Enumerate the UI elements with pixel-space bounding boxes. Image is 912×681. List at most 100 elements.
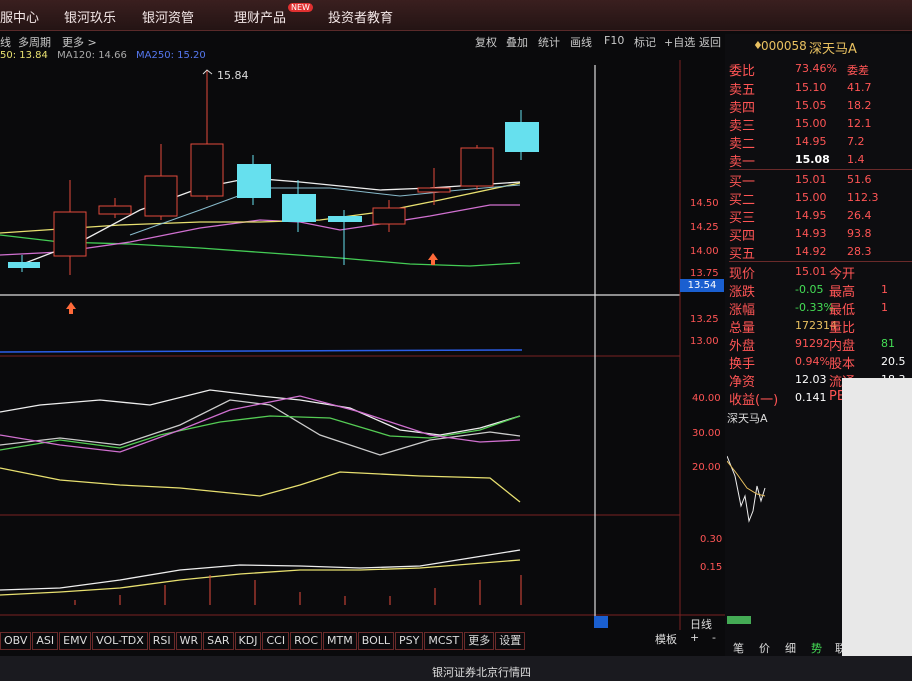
stat-label: 净资: [729, 375, 756, 390]
toolbar-add-watchlist[interactable]: +自选: [664, 34, 695, 50]
period-daily-button[interactable]: 日线: [690, 616, 712, 632]
tab-detail[interactable]: 细: [785, 640, 796, 656]
kline-chart-area[interactable]: 15.84: [0, 60, 725, 630]
bid-row[interactable]: 买二 15.00 112.3: [729, 189, 912, 208]
ask-price: 15.10: [795, 81, 827, 94]
ask-volume: 18.2: [847, 99, 872, 112]
keypad-overlay: [842, 378, 912, 678]
candle: [460, 147, 494, 187]
indicator-tab[interactable]: MTM: [323, 632, 357, 650]
toolbar-f10[interactable]: F10: [604, 34, 624, 47]
indicator-tab[interactable]: EMV: [59, 632, 92, 650]
toolbar-line[interactable]: 线: [0, 34, 11, 50]
indicator-tab[interactable]: RSI: [148, 632, 175, 650]
price-tick: 14.00: [690, 246, 719, 257]
toolbar-multi-period[interactable]: 多周期: [18, 34, 51, 50]
osc-line-white: [0, 389, 521, 436]
toolbar-back[interactable]: 返回: [699, 34, 721, 50]
toolbar-draw-line[interactable]: 画线: [570, 34, 592, 50]
indicator-tab[interactable]: VOL-TDX: [92, 632, 148, 650]
bid-label: 买一: [729, 175, 756, 190]
toolbar-overlay[interactable]: 叠加: [506, 34, 528, 50]
toolbar-statistics[interactable]: 统计: [538, 34, 560, 50]
weicha-label: 委差: [847, 64, 869, 77]
candle: [144, 175, 178, 217]
tab-yinhe-asset-mgmt[interactable]: 银河资管: [142, 7, 194, 26]
tab-trades[interactable]: 笔: [733, 640, 744, 656]
weibi-label: 委比: [729, 64, 756, 79]
top-menu-bar: 服中心 银河玖乐 银河资管 理财产品 NEW 投资者教育: [0, 0, 912, 31]
stat-row: 涨跌 -0.05 最高 1: [729, 281, 912, 300]
toolbar-fuquan[interactable]: 复权: [475, 34, 497, 50]
tab-investor-education[interactable]: 投资者教育: [328, 7, 393, 26]
stat-value: 20.5: [881, 355, 906, 368]
stat-label: 现价: [729, 267, 756, 282]
indicator-more-tab[interactable]: 更多: [464, 632, 495, 650]
price-tick: 13.25: [690, 314, 719, 325]
indicator-tab[interactable]: MCST: [424, 632, 464, 650]
zoom-out-button[interactable]: -: [712, 631, 716, 644]
bid-label: 买五: [729, 247, 756, 262]
tab-service-center[interactable]: 服中心: [0, 7, 39, 26]
bid-row[interactable]: 买三 14.95 26.4: [729, 207, 912, 226]
mini-chart-title: 深天马A: [727, 412, 768, 425]
indicator-tab[interactable]: WR: [175, 632, 203, 650]
ask-label: 卖三: [729, 119, 756, 134]
bid-row[interactable]: 买四 14.93 93.8: [729, 225, 912, 244]
indicator-tab[interactable]: KDJ: [234, 632, 262, 650]
mini-intraday-chart[interactable]: [727, 426, 839, 636]
peak-price-label: 15.84: [217, 69, 249, 82]
ask-volume: 1.4: [847, 153, 865, 166]
stat-row: 涨幅 -0.33% 最低 1: [729, 299, 912, 318]
candle: [190, 143, 224, 197]
ask-row[interactable]: 卖二 14.95 7.2: [729, 133, 912, 152]
indicator-tab[interactable]: CCI: [262, 632, 290, 650]
blue-indicator-line: [0, 349, 523, 353]
bid-volume: 51.6: [847, 173, 872, 186]
ask-row[interactable]: 卖五 15.10 41.7: [729, 79, 912, 98]
template-button[interactable]: 模板: [655, 631, 677, 647]
bid-price: 15.01: [795, 173, 827, 186]
osc-line-yellow: [0, 467, 521, 503]
price-tick: 13.00: [690, 336, 719, 347]
buy-arrow-icon: [66, 302, 76, 314]
toolbar-more[interactable]: 更多 >: [62, 34, 97, 50]
candle: [8, 262, 40, 268]
tab-yinhe-wanle[interactable]: 银河玖乐: [64, 7, 116, 26]
stat-label: 涨幅: [729, 303, 756, 318]
osc-line-magenta: [0, 395, 521, 453]
stat-row: 总量 172314 量比: [729, 317, 912, 336]
stat-value: 91292: [795, 337, 830, 350]
bid-row[interactable]: 买五 14.92 28.3: [729, 243, 912, 262]
ask-row[interactable]: 卖三 15.00 12.1: [729, 115, 912, 134]
tab-trend[interactable]: 势: [811, 640, 822, 656]
price-tick: 14.25: [690, 222, 719, 233]
candle: [53, 211, 87, 257]
status-bar: 银河证券北京行情四: [0, 656, 912, 681]
macd-tick: 0.30: [700, 534, 723, 545]
ask-row[interactable]: 卖四 15.05 18.2: [729, 97, 912, 116]
indicator-tab[interactable]: PSY: [395, 632, 424, 650]
stock-name: 深天马A: [809, 42, 857, 57]
price-tick: 13.75: [690, 268, 719, 279]
indicator-tab[interactable]: OBV: [0, 632, 32, 650]
indicator-tab[interactable]: BOLL: [357, 632, 395, 650]
indicator-tab[interactable]: ASI: [32, 632, 59, 650]
toolbar-mark[interactable]: 标记: [634, 34, 656, 50]
stat-value: 0.94%: [795, 355, 830, 368]
ask-price: 14.95: [795, 135, 827, 148]
tab-price[interactable]: 价: [759, 640, 770, 656]
zoom-in-button[interactable]: +: [690, 631, 699, 644]
macd-line-white: [0, 549, 521, 591]
stat-value: 81: [881, 337, 895, 350]
ask-row[interactable]: 卖一 15.08 1.4: [729, 151, 912, 170]
indicator-settings-tab[interactable]: 设置: [495, 632, 526, 650]
indicator-tab[interactable]: ROC: [290, 632, 323, 650]
indicator-tab[interactable]: SAR: [203, 632, 234, 650]
candle: [328, 216, 362, 222]
tab-wealth-products[interactable]: 理财产品: [234, 7, 286, 26]
ask-label: 卖一: [729, 155, 756, 170]
bid-row[interactable]: 买一 15.01 51.6: [729, 171, 912, 190]
stat-value: 1: [881, 301, 888, 314]
bid-price: 14.95: [795, 209, 827, 222]
